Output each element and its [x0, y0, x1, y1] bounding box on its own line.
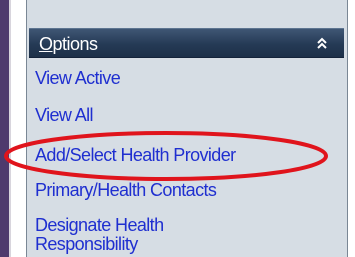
panel-top-area [27, 0, 347, 28]
options-title-accelerator: O [39, 34, 53, 54]
options-panel-title: Options [39, 34, 98, 55]
options-panel: Options View Active View All Add/Select … [26, 0, 348, 257]
window-left-strip-edge [9, 0, 11, 257]
collapse-panel-button[interactable] [312, 33, 332, 53]
menu-item-primary-health-contacts[interactable]: Primary/Health Contacts [35, 180, 217, 201]
menu-item-add-select-health-provider[interactable]: Add/Select Health Provider [35, 145, 236, 166]
menu-item-designate-health-responsibility[interactable]: Designate Health Responsibility [35, 216, 235, 254]
menu-item-view-all[interactable]: View All [35, 105, 94, 126]
window-left-strip [0, 0, 9, 257]
menu-item-view-active[interactable]: View Active [35, 68, 121, 89]
options-panel-header[interactable]: Options [29, 28, 344, 58]
screenshot-stage: Options View Active View All Add/Select … [0, 0, 355, 257]
double-chevron-up-icon [317, 37, 327, 49]
options-title-rest: ptions [52, 34, 99, 54]
